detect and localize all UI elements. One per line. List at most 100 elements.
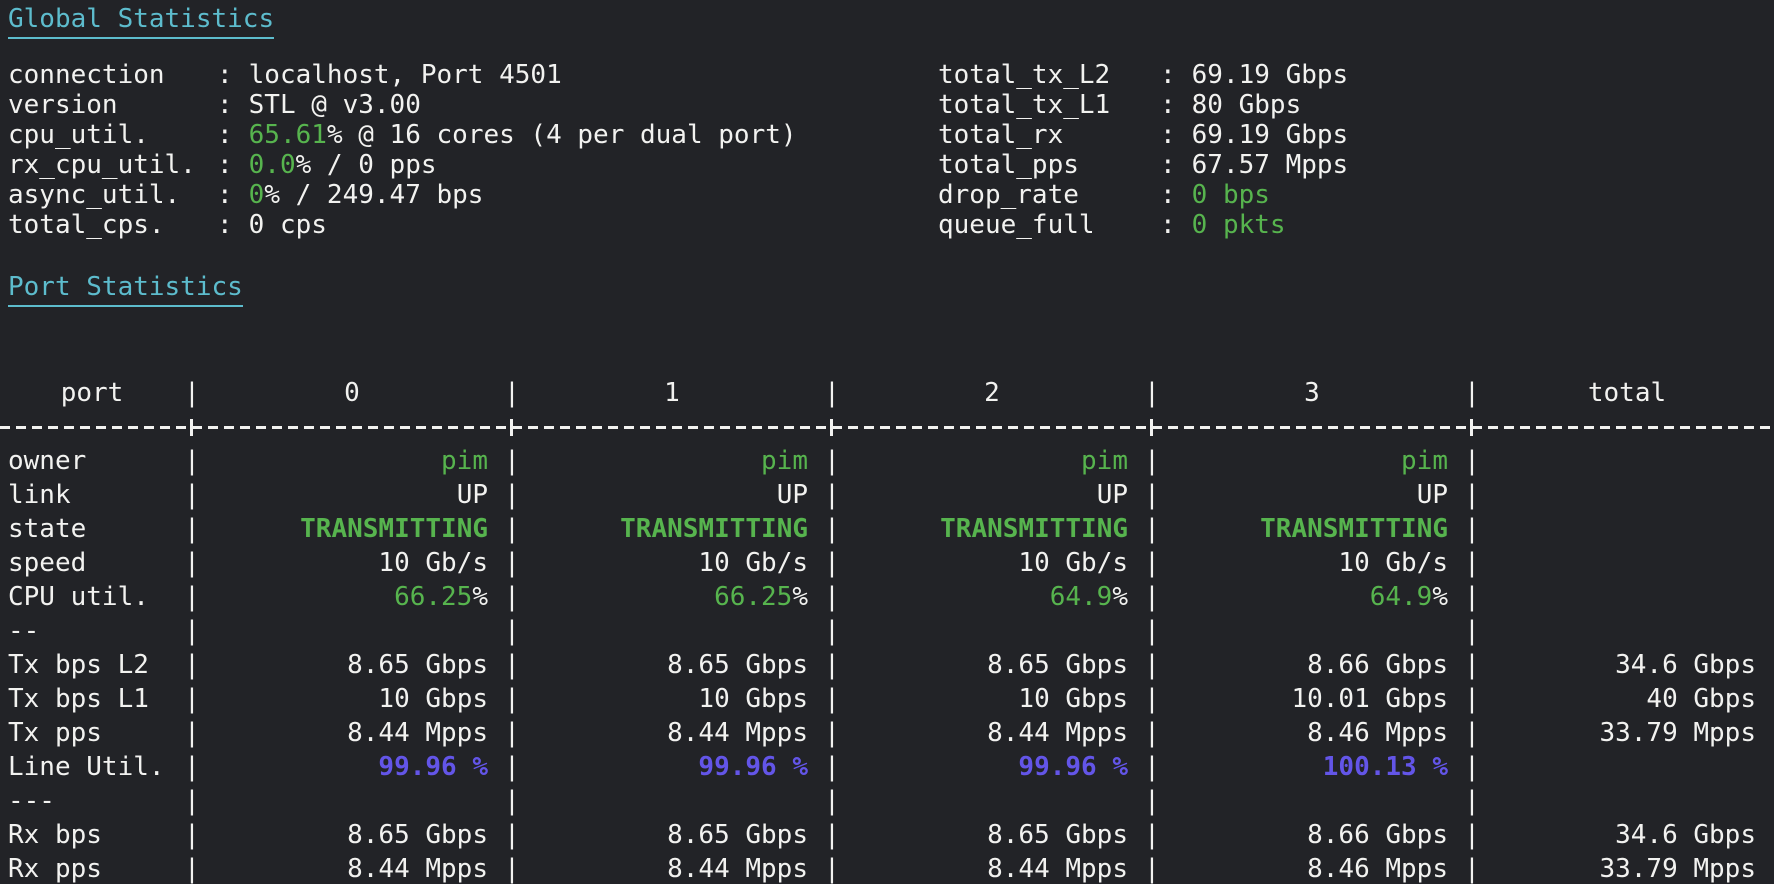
global-stat-row-async-util: async_util.:0% / 249.47 bps	[8, 180, 797, 210]
port-3-cell: 10 Gb/s|	[1160, 546, 1480, 580]
global-statistics-title: Global Statistics	[8, 4, 274, 39]
column-pipe: |	[1144, 682, 1160, 716]
total-cell	[1480, 784, 1774, 818]
row-label-cell: Tx pps|	[0, 716, 200, 750]
port-3-cell: 8.46 Mpps|	[1160, 716, 1480, 750]
stat-label: drop_rate	[938, 180, 1160, 210]
stat-value-part: 80 Gbps	[1192, 90, 1302, 120]
cell-value: 10 Gbps	[520, 682, 824, 716]
port-1-cell: TRANSMITTING|	[520, 512, 840, 546]
stat-value-part: 0.0	[249, 150, 296, 180]
port-2-cell: 64.9%|	[840, 580, 1160, 614]
row-label-cell: state|	[0, 512, 200, 546]
stat-colon: :	[217, 120, 233, 150]
port-1-cell: 66.25%|	[520, 580, 840, 614]
column-pipe: |	[824, 716, 840, 750]
stat-value-part: 10 Gb/s	[698, 548, 808, 578]
total-cell	[1480, 614, 1774, 648]
port-2-cell: |	[840, 784, 1160, 818]
port-2-cell: |	[840, 614, 1160, 648]
separator-cross	[830, 419, 833, 436]
column-pipe: |	[824, 478, 840, 512]
stat-value-part: 8.66 Gbps	[1307, 820, 1448, 850]
stat-value-part: 0 cps	[249, 210, 327, 240]
total-cell: 34.6 Gbps	[1480, 818, 1774, 852]
cell-value: 8.66 Gbps	[1160, 648, 1464, 682]
row-label: link	[0, 478, 184, 512]
cell-value	[200, 784, 504, 818]
stat-label: rx_cpu_util.	[8, 150, 217, 180]
stat-value-part: %	[472, 582, 488, 612]
cell-value: 99.96 %	[520, 750, 824, 784]
port-row-rx-pps: Rx pps|8.44 Mpps|8.44 Mpps|8.44 Mpps|8.4…	[0, 852, 1774, 884]
column-pipe: |	[1144, 478, 1160, 512]
port-3-cell: 64.9%|	[1160, 580, 1480, 614]
column-pipe: |	[504, 784, 520, 818]
port-3-cell: 100.13 %|	[1160, 750, 1480, 784]
row-label: Rx pps	[0, 852, 184, 884]
stat-label: cpu_util.	[8, 120, 217, 150]
column-pipe: |	[1144, 784, 1160, 818]
column-pipe: |	[1464, 478, 1480, 512]
separator-cross	[510, 419, 513, 436]
row-label: Rx bps	[0, 818, 184, 852]
stat-value-part: 10 Gb/s	[1338, 548, 1448, 578]
stat-colon: :	[217, 150, 233, 180]
port-0-cell: 10 Gbps|	[200, 682, 520, 716]
cell-value: 10 Gb/s	[520, 546, 824, 580]
global-stat-row-total-tx-l2: total_tx_L2:69.19 Gbps	[938, 60, 1348, 90]
port-2-cell: TRANSMITTING|	[840, 512, 1160, 546]
port-2-cell: 10 Gb/s|	[840, 546, 1160, 580]
stat-value-part: pim	[1401, 446, 1448, 476]
stat-value-part: % @ 16 cores (4 per dual port)	[327, 120, 797, 150]
port-row-owner: owner|pim|pim|pim|pim|	[0, 444, 1774, 478]
stat-value-part: 0 pkts	[1192, 210, 1286, 240]
port-0-cell: 8.65 Gbps|	[200, 818, 520, 852]
port-0-cell: 8.44 Mpps|	[200, 852, 520, 884]
column-pipe: |	[184, 716, 200, 750]
port-3-cell: pim|	[1160, 444, 1480, 478]
stat-value-part: 65.61	[249, 120, 327, 150]
stat-value-part: 10 Gbps	[378, 684, 488, 714]
cell-value: 99.96 %	[840, 750, 1144, 784]
table-spacer-row: --|||||	[0, 614, 1774, 648]
stat-colon: :	[217, 210, 233, 240]
table-header-row: port|0|1|2|3|total	[0, 376, 1774, 410]
stat-label: queue_full	[938, 210, 1160, 240]
table-spacer-row: ---|||||	[0, 784, 1774, 818]
stat-label: connection	[8, 60, 217, 90]
port-3-cell: 10.01 Gbps|	[1160, 682, 1480, 716]
column-pipe: |	[504, 478, 520, 512]
stat-value-part: 10.01 Gbps	[1291, 684, 1448, 714]
column-pipe: |	[1144, 512, 1160, 546]
stat-value-part: 99.96 %	[1018, 752, 1128, 782]
stat-value-part: 0 bps	[1192, 180, 1270, 210]
cell-value: 8.46 Mpps	[1160, 852, 1464, 884]
row-label: owner	[0, 444, 184, 478]
column-header: port	[0, 376, 184, 410]
column-pipe: |	[1144, 750, 1160, 784]
column-header: 0	[200, 376, 504, 410]
port-3-cell: 8.66 Gbps|	[1160, 818, 1480, 852]
cell-value: 10 Gb/s	[1160, 546, 1464, 580]
stat-value-part: 0	[249, 180, 265, 210]
port-1-cell: |	[520, 614, 840, 648]
cell-value: 8.46 Mpps	[1160, 716, 1464, 750]
column-pipe: |	[1144, 716, 1160, 750]
port-2-cell: 8.44 Mpps|	[840, 716, 1160, 750]
port-row-rx-bps: Rx bps|8.65 Gbps|8.65 Gbps|8.65 Gbps|8.6…	[0, 818, 1774, 852]
column-pipe: |	[184, 478, 200, 512]
port-0-cell: 66.25%|	[200, 580, 520, 614]
row-label-cell: Rx pps|	[0, 852, 200, 884]
stat-value-part: pim	[441, 446, 488, 476]
stat-colon: :	[1160, 210, 1176, 240]
column-pipe: |	[184, 614, 200, 648]
stat-label: total_cps.	[8, 210, 217, 240]
stat-value-part: 10 Gbps	[1018, 684, 1128, 714]
total-cell	[1480, 512, 1774, 546]
row-label: --	[0, 614, 184, 648]
stat-value-part: 8.65 Gbps	[347, 820, 488, 850]
trex-terminal-screen[interactable]: Global Statistics connection:localhost, …	[0, 0, 1774, 884]
stat-value-part: 40 Gbps	[1646, 684, 1756, 714]
port-row-state: state|TRANSMITTING|TRANSMITTING|TRANSMIT…	[0, 512, 1774, 546]
